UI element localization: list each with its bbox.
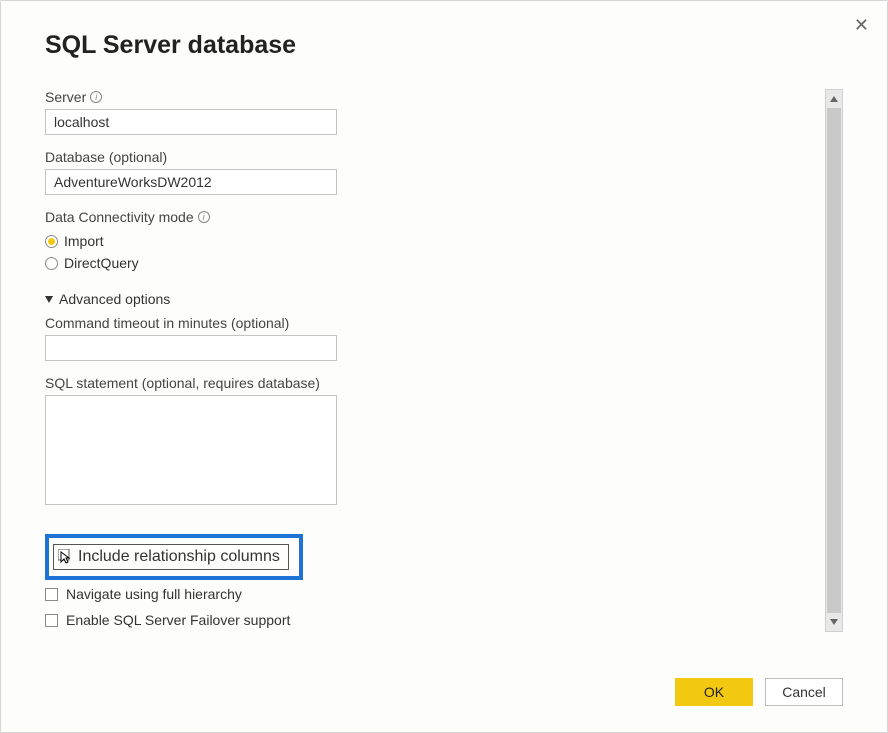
dialog-footer: OK Cancel bbox=[675, 678, 843, 706]
scroll-up-icon[interactable] bbox=[826, 90, 842, 108]
server-label: Server i bbox=[45, 89, 815, 105]
timeout-label: Command timeout in minutes (optional) bbox=[45, 315, 815, 331]
close-icon[interactable]: ✕ bbox=[854, 15, 869, 36]
vertical-scrollbar[interactable] bbox=[825, 89, 843, 632]
checkbox-unchecked-icon[interactable] bbox=[45, 588, 58, 601]
directquery-radio-label: DirectQuery bbox=[64, 255, 139, 271]
caret-down-icon bbox=[45, 296, 53, 303]
sql-statement-input[interactable] bbox=[45, 395, 337, 505]
scroll-thumb[interactable] bbox=[827, 108, 841, 613]
include-relationship-checkbox-row[interactable]: Include relationship columns bbox=[53, 544, 289, 570]
advanced-options-label: Advanced options bbox=[59, 291, 170, 307]
failover-checkbox-row[interactable]: Enable SQL Server Failover support bbox=[45, 612, 815, 628]
server-input[interactable] bbox=[45, 109, 337, 135]
info-icon[interactable]: i bbox=[90, 91, 102, 103]
dialog-title: SQL Server database bbox=[45, 31, 843, 60]
sql-server-database-dialog: ✕ SQL Server database Server i Database … bbox=[0, 0, 888, 733]
advanced-options-toggle[interactable]: Advanced options bbox=[45, 291, 815, 307]
server-label-text: Server bbox=[45, 89, 86, 105]
scroll-area: Server i Database (optional) Data Connec… bbox=[45, 89, 843, 632]
sql-statement-label: SQL statement (optional, requires databa… bbox=[45, 375, 815, 391]
import-radio-row[interactable]: Import bbox=[45, 233, 815, 249]
info-icon[interactable]: i bbox=[198, 211, 210, 223]
radio-selected-icon[interactable] bbox=[45, 235, 58, 248]
checkbox-unchecked-icon[interactable] bbox=[45, 614, 58, 627]
navigate-hierarchy-checkbox-row[interactable]: Navigate using full hierarchy bbox=[45, 586, 815, 602]
radio-unselected-icon[interactable] bbox=[45, 257, 58, 270]
cursor-icon bbox=[58, 549, 72, 565]
database-label: Database (optional) bbox=[45, 149, 815, 165]
import-radio-label: Import bbox=[64, 233, 104, 249]
scroll-down-icon[interactable] bbox=[826, 613, 842, 631]
database-input[interactable] bbox=[45, 169, 337, 195]
include-relationship-label: Include relationship columns bbox=[78, 548, 280, 566]
navigate-hierarchy-label: Navigate using full hierarchy bbox=[66, 586, 242, 602]
command-timeout-input[interactable] bbox=[45, 335, 337, 361]
directquery-radio-row[interactable]: DirectQuery bbox=[45, 255, 815, 271]
highlighted-option: Include relationship columns bbox=[45, 534, 303, 580]
connectivity-mode-label: Data Connectivity mode i bbox=[45, 209, 815, 225]
ok-button[interactable]: OK bbox=[675, 678, 753, 706]
connectivity-mode-text: Data Connectivity mode bbox=[45, 209, 194, 225]
cancel-button[interactable]: Cancel bbox=[765, 678, 843, 706]
failover-label: Enable SQL Server Failover support bbox=[66, 612, 290, 628]
